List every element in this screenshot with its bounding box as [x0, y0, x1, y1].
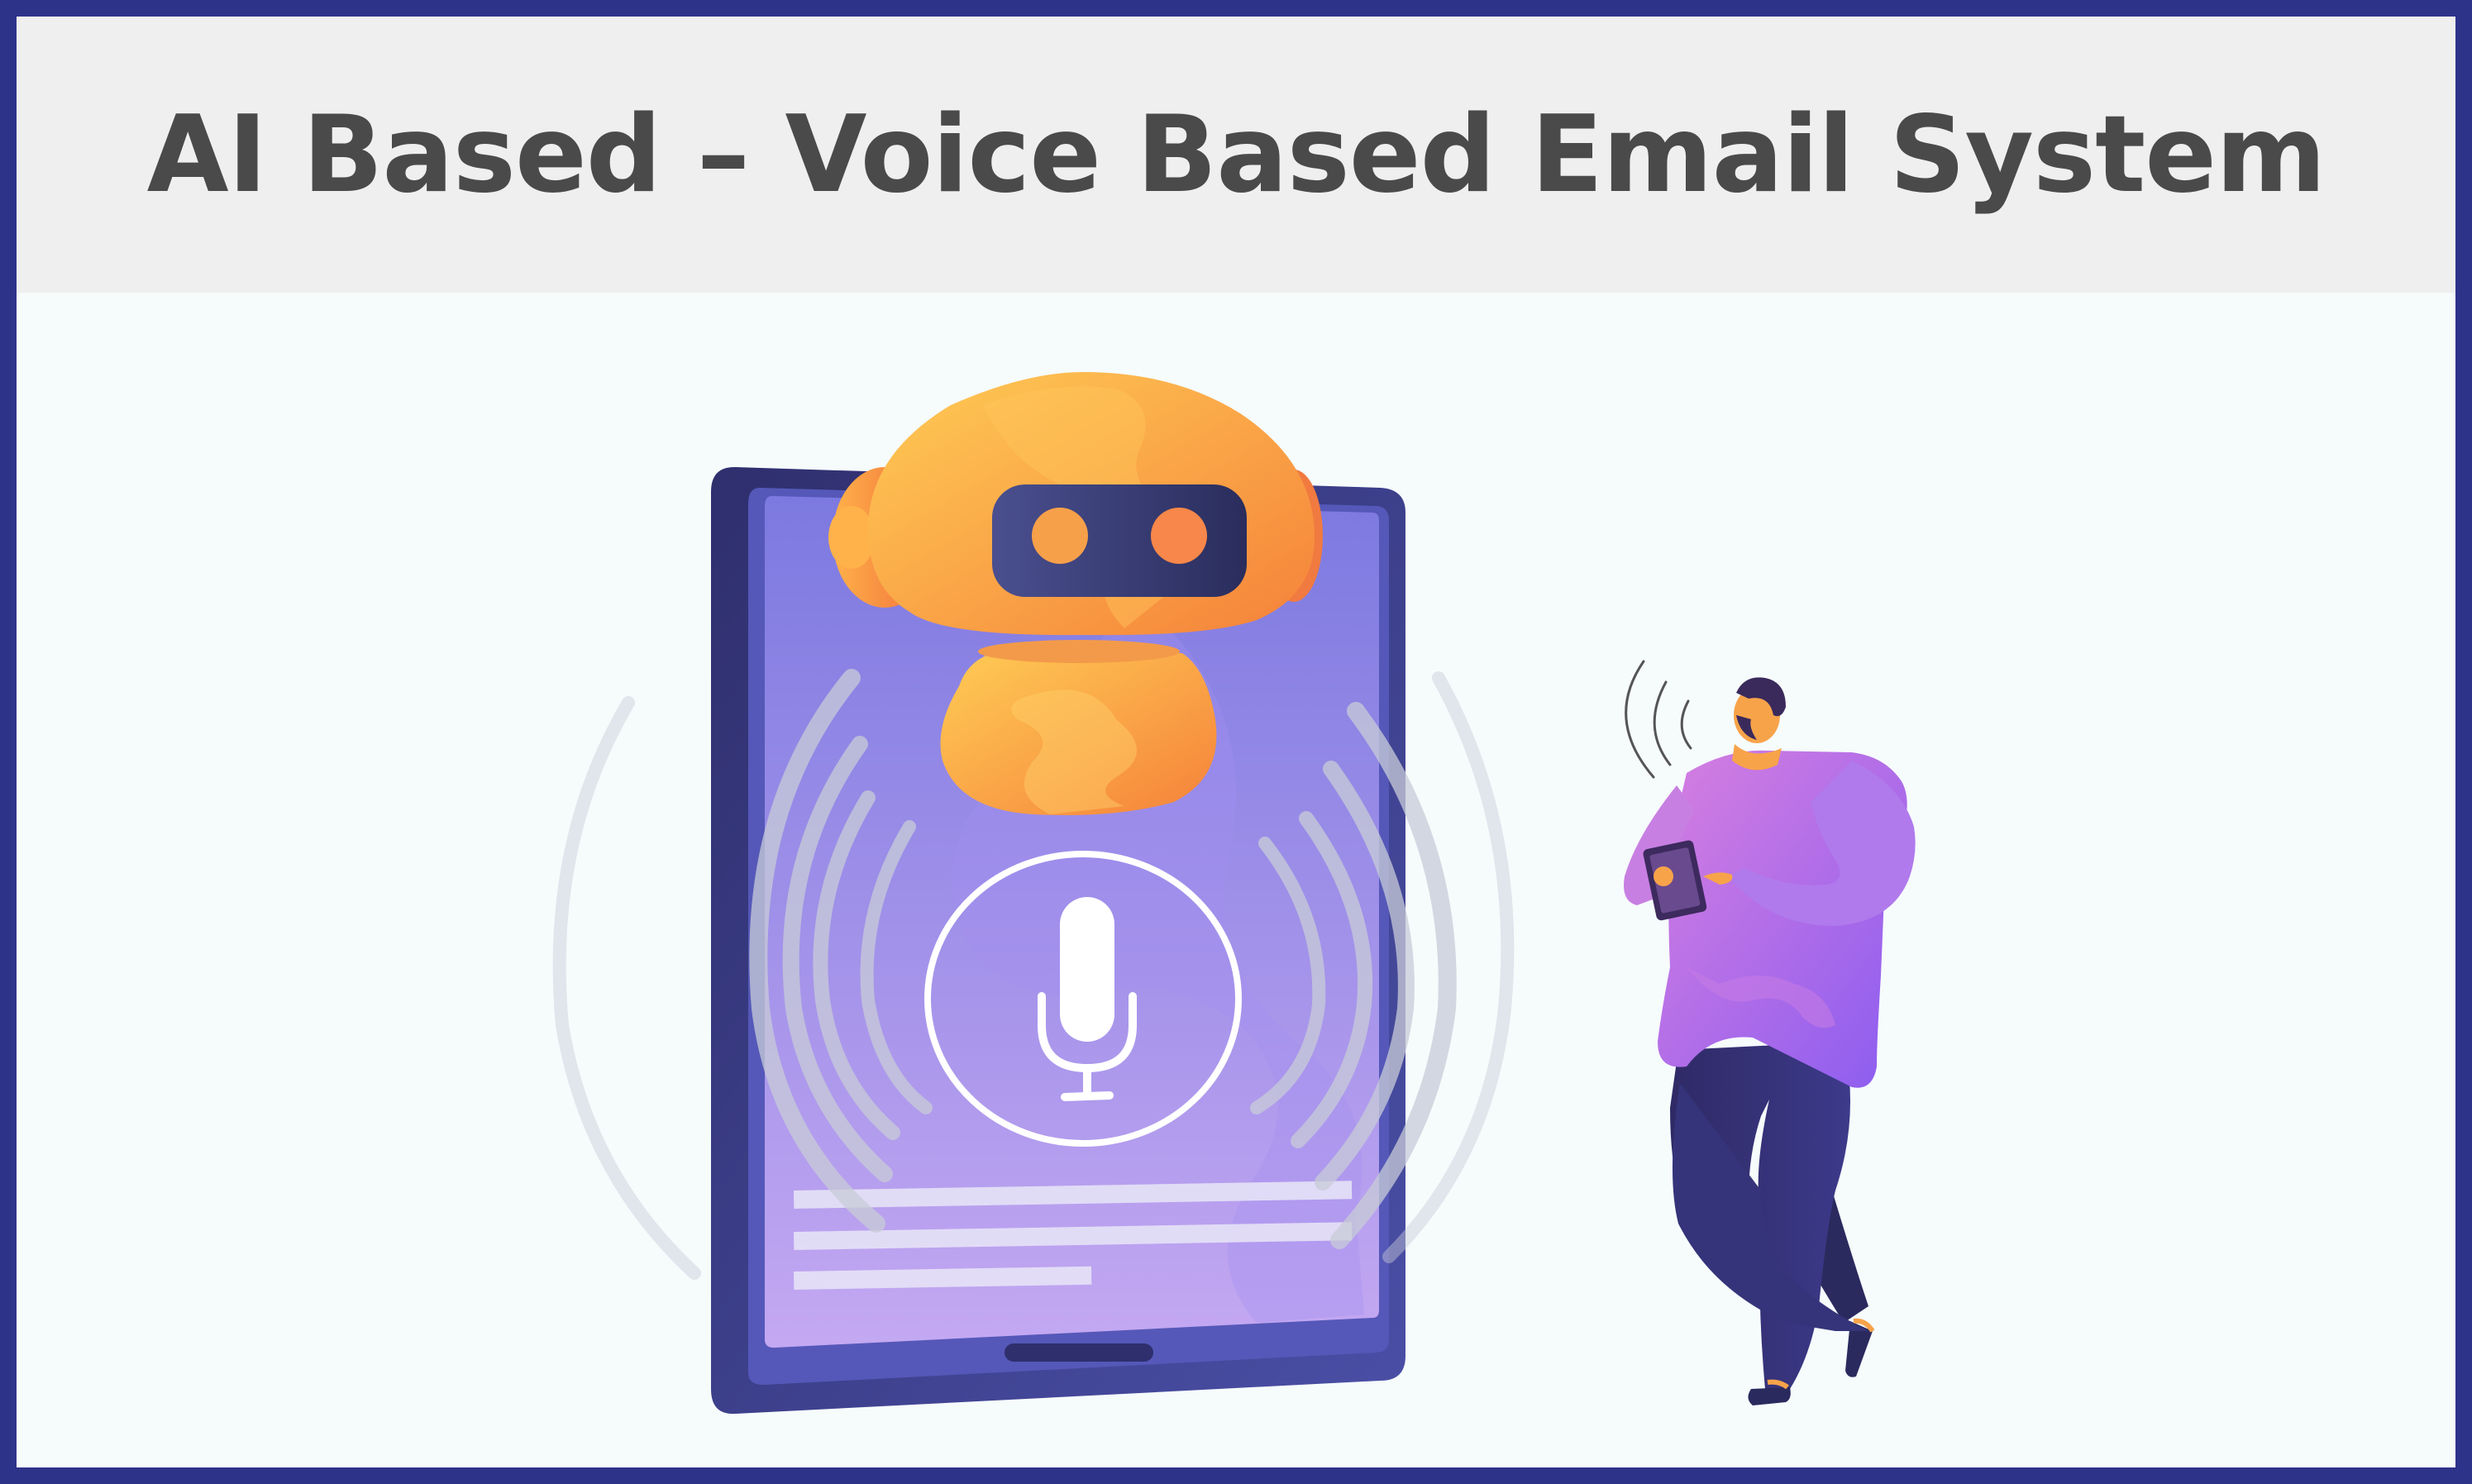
voice-email-illustration — [552, 372, 1916, 1415]
title-bar: AI Based – Voice Based Email System — [17, 17, 2455, 293]
person-icon — [1624, 660, 1916, 1405]
page-title: AI Based – Voice Based Email System — [146, 93, 2326, 217]
page-frame: AI Based – Voice Based Email System — [0, 0, 2472, 1484]
